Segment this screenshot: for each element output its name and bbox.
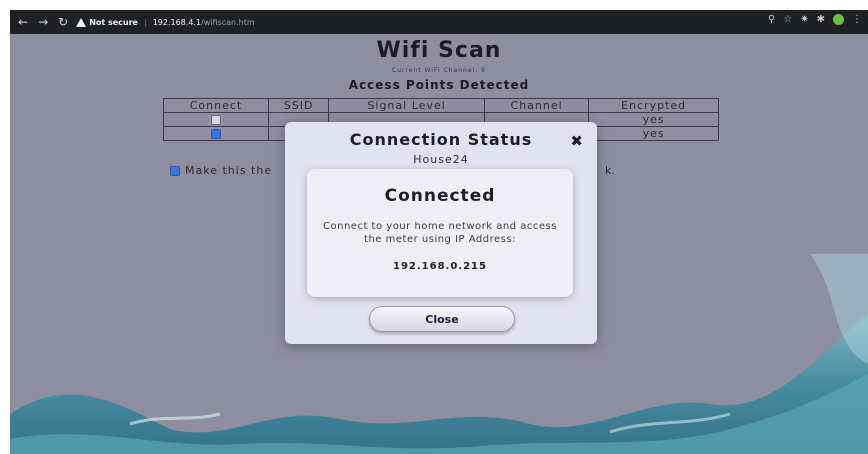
reload-icon[interactable]: ↻ [58,15,68,29]
make-default-checkbox[interactable] [170,165,180,176]
address-bar[interactable]: Not secure | 192.168.4.1/wifiscan.htm [76,13,255,31]
status-heading: Connected [384,186,496,206]
url-host: 192.168.4.1 [152,17,202,27]
column-header-ssid: SSID [267,98,330,113]
make-default-label: Make this the [185,164,273,177]
forward-icon[interactable]: → [38,15,48,29]
security-indicator[interactable]: Not secure [76,17,138,27]
connect-checkbox[interactable] [210,115,221,125]
toolbar-actions: ⚲ ☆ ✷ ✱ ⋮ [768,14,862,25]
extension-icon[interactable]: ✷ [800,14,808,25]
column-header-encrypted: Encrypted [588,98,719,113]
status-panel: Connected Connect to your home network a… [307,169,573,297]
section-heading: Access Points Detected [348,78,530,92]
ip-address: 192.168.0.215 [393,261,487,272]
column-header-signal: Signal Level [328,98,485,113]
column-header-connect: Connect [163,98,269,113]
url-path: /wifiscan.htm [201,17,255,27]
connection-status-modal: Connection Status ✖ House24 Connected Co… [285,122,597,344]
profile-icon[interactable] [833,14,844,25]
connect-checkbox[interactable] [210,129,221,139]
wifi-scan-page: Wifi Scan Current WiFi Channel: 9 Access… [10,34,868,454]
warning-icon [76,17,87,27]
current-channel-text: Current WiFi Channel: 9 [392,67,486,74]
browser-nav: ← → ↻ [10,15,68,29]
browser-toolbar: ← → ↻ Not secure | 192.168.4.1/wifiscan.… [10,10,868,34]
menu-icon[interactable]: ⋮ [852,14,862,25]
encrypted-cell: yes [588,126,719,141]
page-title: Wifi Scan [376,38,502,63]
status-message: Connect to your home network and access … [323,221,557,245]
make-default-option[interactable]: Make this the [170,164,272,177]
security-label: Not secure [89,17,138,27]
bookmark-star-icon[interactable]: ☆ [783,14,792,25]
browser-window: ← → ↻ Not secure | 192.168.4.1/wifiscan.… [10,10,868,454]
puzzle-icon[interactable]: ✱ [817,14,825,25]
column-header-channel: Channel [483,98,590,113]
modal-title: Connection Status [349,130,533,149]
close-icon[interactable]: ✖ [570,132,583,150]
address-separator: | [143,17,147,27]
back-icon[interactable]: ← [18,15,28,29]
close-button[interactable]: Close [369,306,515,332]
connect-cell [163,126,269,141]
zoom-icon[interactable]: ⚲ [768,14,775,25]
connect-cell [163,112,269,127]
modal-ssid: House24 [413,153,469,166]
encrypted-cell: yes [588,112,719,127]
table-header-row: Connect SSID Signal Level Channel Encryp… [163,98,719,113]
make-default-label-tail: k. [605,164,615,177]
